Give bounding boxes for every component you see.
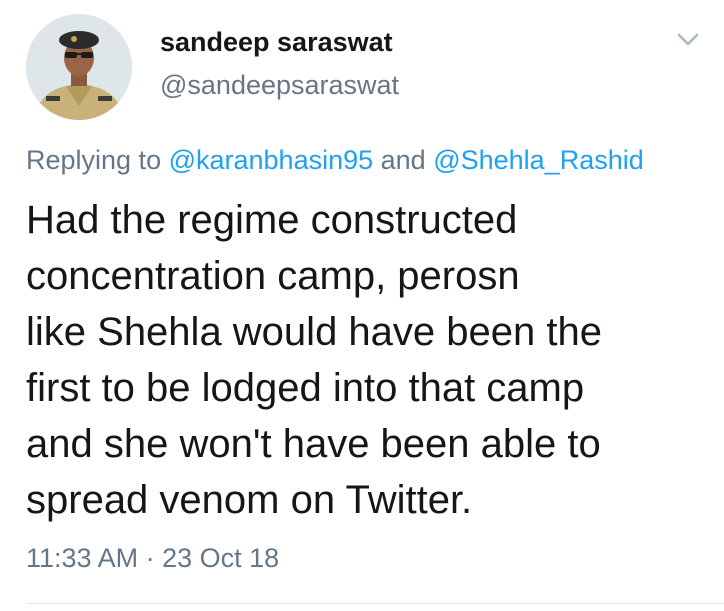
author-handle[interactable]: @sandeepsaraswat xyxy=(160,70,399,101)
tweet-text-line: concentration camp, perosn xyxy=(26,254,520,298)
timestamp-date: 23 Oct 18 xyxy=(162,543,280,573)
tweet-text-line: first to be lodged into that camp xyxy=(26,366,585,410)
tweet-card: sandeep saraswat @sandeepsaraswat Replyi… xyxy=(0,0,724,611)
tweet-text-line: spread venom on Twitter. xyxy=(26,478,473,522)
tweet-body: Had the regime constructed concentration… xyxy=(26,192,706,528)
timestamp-time: 11:33 AM xyxy=(26,543,139,573)
user-avatar[interactable] xyxy=(26,14,132,120)
tweet-text-line: and she won't have been able to xyxy=(26,422,601,466)
tweet-menu-button[interactable] xyxy=(676,32,700,48)
tweet-text-line: like Shehla would have been the xyxy=(26,310,602,354)
reply-joiner: and xyxy=(373,145,434,175)
avatar-photo-icon xyxy=(26,14,132,120)
replying-to-label: Replying to xyxy=(26,145,169,175)
tweet-text-line: Had the regime constructed xyxy=(26,198,518,242)
reply-mention-shehla-rashid[interactable]: @Shehla_Rashid xyxy=(433,145,644,175)
divider xyxy=(26,603,724,604)
chevron-down-icon xyxy=(677,33,699,46)
timestamp-separator: · xyxy=(138,543,163,573)
tweet-timestamp[interactable]: 11:33 AM · 23 Oct 18 xyxy=(26,543,279,574)
reply-mention-karanbhasin95[interactable]: @karanbhasin95 xyxy=(169,145,374,175)
replying-to-line: Replying to @karanbhasin95 and @Shehla_R… xyxy=(26,145,644,176)
author-display-name[interactable]: sandeep saraswat xyxy=(160,27,393,58)
